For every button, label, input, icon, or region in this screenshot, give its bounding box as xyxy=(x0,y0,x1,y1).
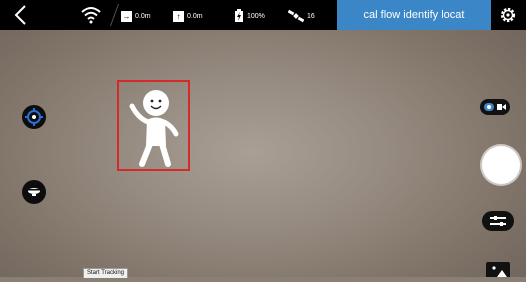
arrow-right-icon: → xyxy=(121,10,132,22)
gallery-icon xyxy=(492,266,507,277)
battery-icon xyxy=(235,9,243,22)
top-status-bar: → 0.0m ↑ 0.0m 100% 16 cal flow identify … xyxy=(0,0,526,30)
tracked-figure xyxy=(129,90,179,167)
crosshair-icon xyxy=(25,108,43,126)
gallery-button[interactable] xyxy=(486,262,510,277)
distance-value: 0.0m xyxy=(135,12,151,20)
distance-stat: → 0.0m xyxy=(121,9,151,23)
mode-tab-label: cal flow identify locat xyxy=(363,9,465,21)
satellite-icon xyxy=(288,9,304,23)
drone-button[interactable] xyxy=(22,180,46,204)
height-value: 0.0m xyxy=(187,12,203,20)
battery-stat: 100% xyxy=(234,9,265,23)
gear-icon[interactable] xyxy=(499,6,517,24)
height-stat: ↑ 0.0m xyxy=(173,9,203,23)
target-button[interactable] xyxy=(22,105,46,129)
shutter-button[interactable] xyxy=(482,146,520,184)
camera-video-toggle-icon xyxy=(484,103,506,111)
camera-video-toggle[interactable] xyxy=(480,99,510,115)
camera-feed[interactable] xyxy=(0,0,526,277)
battery-value: 100% xyxy=(247,12,265,20)
sliders-icon xyxy=(490,216,506,226)
arrow-up-icon: ↑ xyxy=(173,10,184,22)
start-tracking-label: Start Tracking xyxy=(87,270,125,276)
back-icon[interactable] xyxy=(8,2,34,28)
satellite-stat: 16 xyxy=(288,9,315,23)
satellite-count: 16 xyxy=(307,12,315,20)
mode-tab[interactable]: cal flow identify locat xyxy=(337,0,491,30)
drone-icon xyxy=(28,188,40,196)
topbar-divider xyxy=(109,4,120,26)
adjust-button[interactable] xyxy=(482,211,514,231)
wifi-icon xyxy=(81,7,101,24)
